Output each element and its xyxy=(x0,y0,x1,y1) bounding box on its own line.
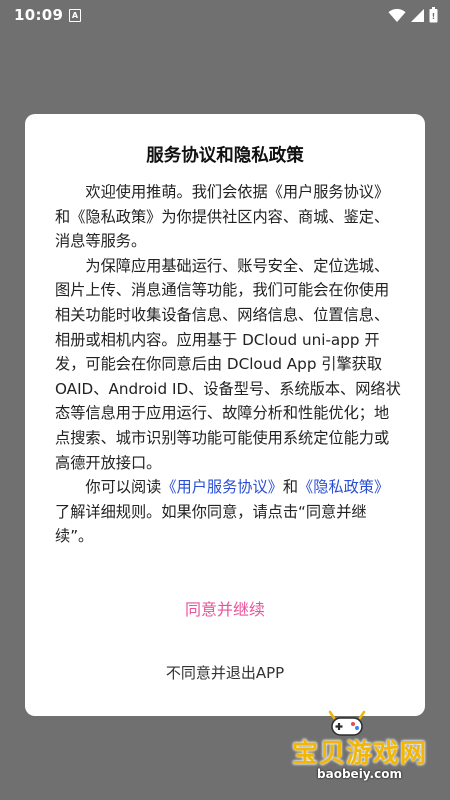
svg-text:!: ! xyxy=(432,12,436,21)
read-suffix-text: 了解详细规则。如果你同意，请点击“同意并继续”。 xyxy=(55,502,367,546)
battery-icon: ! xyxy=(429,7,438,23)
dialog-body: 欢迎使用推萌。我们会依据《用户服务协议》和《隐私政策》为你提供社区内容、商城、鉴… xyxy=(55,180,401,549)
watermark-name: 宝贝游戏网 xyxy=(291,739,427,769)
wifi-icon xyxy=(388,8,406,23)
read-agreements-paragraph: 你可以阅读《用户服务协议》和《隐私政策》了解详细规则。如果你同意，请点击“同意并… xyxy=(55,475,401,549)
read-prefix-text: 你可以阅读 xyxy=(85,478,162,497)
notification-a-icon: A xyxy=(69,9,81,22)
status-bar: 10:09 A ! xyxy=(0,0,450,30)
intro-paragraph: 欢迎使用推萌。我们会依据《用户服务协议》和《隐私政策》为你提供社区内容、商城、鉴… xyxy=(55,183,390,251)
disagree-exit-button[interactable]: 不同意并退出APP xyxy=(25,662,425,683)
agree-continue-button[interactable]: 同意并继续 xyxy=(25,596,425,620)
watermark-url: baobeiy.com xyxy=(317,767,402,781)
and-text: 和 xyxy=(282,478,299,497)
user-agreement-link[interactable]: 《用户服务协议》 xyxy=(161,478,283,496)
dialog-title: 服务协议和隐私政策 xyxy=(146,146,304,166)
status-time: 10:09 xyxy=(14,6,64,24)
signal-icon xyxy=(410,8,425,23)
site-watermark: 宝贝游戏网 baobeiy.com xyxy=(272,707,447,787)
privacy-policy-link[interactable]: 《隐私政策》 xyxy=(298,478,389,496)
privacy-dialog: 服务协议和隐私政策 欢迎使用推萌。我们会依据《用户服务协议》和《隐私政策》为你提… xyxy=(25,114,425,716)
data-collection-paragraph: 为保障应用基础运行、账号安全、定位选城、图片上传、消息通信等功能，我们可能会在你… xyxy=(55,256,401,472)
status-icons: ! xyxy=(388,7,438,23)
